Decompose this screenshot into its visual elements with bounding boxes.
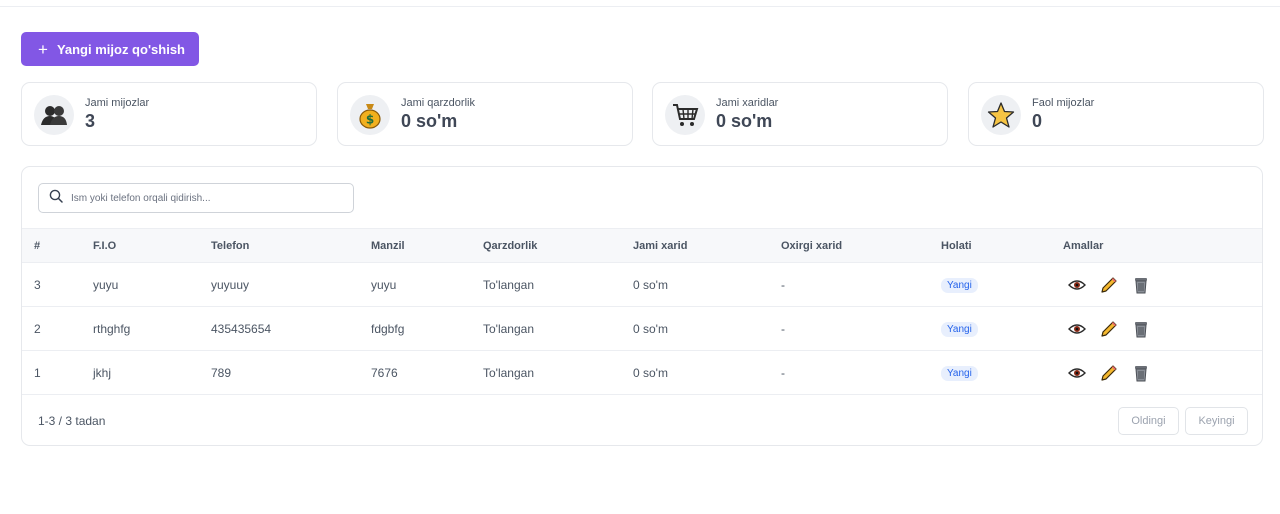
cell-address: 7676 xyxy=(371,365,398,380)
stat-card-total-customers: Jami mijozlar 3 xyxy=(21,82,317,146)
table-row[interactable]: 1 jkhj 789 7676 To'langan 0 so'm - Yangi xyxy=(22,351,1262,395)
cell-last-purchase: - xyxy=(781,365,785,380)
column-header-actions: Amallar xyxy=(1063,239,1104,252)
stat-label: Faol mijozlar xyxy=(1032,97,1095,109)
add-customer-button[interactable]: + Yangi mijoz qo'shish xyxy=(21,32,199,66)
customers-table: # F.I.O Telefon Manzil Qarzdorlik Jami x… xyxy=(22,228,1262,395)
stat-value: 0 xyxy=(1032,111,1043,131)
cell-actions xyxy=(1063,307,1262,351)
edit-icon[interactable] xyxy=(1099,363,1119,383)
people-icon xyxy=(34,95,74,135)
pagination-info: 1-3 / 3 tadan xyxy=(38,414,106,428)
cell-phone: 789 xyxy=(211,365,232,380)
star-icon xyxy=(981,95,1021,135)
table-row[interactable]: 2 rthghfg 435435654 fdgbfg To'langan 0 s… xyxy=(22,307,1262,351)
column-header-phone[interactable]: Telefon xyxy=(211,229,371,263)
cell-last-purchase: - xyxy=(781,277,785,292)
cell-number: 2 xyxy=(34,321,41,336)
stat-card-total-purchases: Jami xaridlar 0 so'm xyxy=(652,82,948,146)
cell-actions xyxy=(1063,351,1262,395)
plus-icon: + xyxy=(38,39,48,59)
view-icon[interactable] xyxy=(1067,275,1087,295)
status-badge: Yangi xyxy=(941,277,978,293)
search-icon xyxy=(49,189,63,208)
column-header-name[interactable]: F.I.O xyxy=(93,229,211,263)
row-actions xyxy=(1063,363,1262,383)
search-input[interactable] xyxy=(71,192,331,204)
next-page-button[interactable]: Keyingi xyxy=(1185,407,1248,435)
cell-total-purchase: 0 so'm xyxy=(633,321,668,336)
column-header-total-purchase[interactable]: Jami xarid xyxy=(633,229,781,263)
column-header-last-purchase[interactable]: Oxirgi xarid xyxy=(781,229,941,263)
prev-page-button[interactable]: Oldingi xyxy=(1118,407,1179,435)
cell-debt: To'langan xyxy=(483,365,534,380)
stat-value: 3 xyxy=(85,111,96,131)
table-header-row: # F.I.O Telefon Manzil Qarzdorlik Jami x… xyxy=(22,228,1262,263)
cell-name: rthghfg xyxy=(93,321,131,336)
stat-label: Jami xaridlar xyxy=(716,97,779,109)
column-header-debt[interactable]: Qarzdorlik xyxy=(483,229,633,263)
add-customer-label: Yangi mijoz qo'shish xyxy=(56,41,185,57)
cart-icon xyxy=(665,95,705,135)
delete-icon[interactable] xyxy=(1131,275,1151,295)
status-badge: Yangi xyxy=(941,321,978,337)
status-badge: Yangi xyxy=(941,365,978,381)
top-divider xyxy=(0,6,1280,7)
delete-icon[interactable] xyxy=(1131,363,1151,383)
column-header-number[interactable]: # xyxy=(22,229,93,263)
cell-status: Yangi xyxy=(941,307,1063,351)
cell-debt: To'langan xyxy=(483,277,534,292)
money-bag-icon: $ xyxy=(350,95,390,135)
cell-address: fdgbfg xyxy=(371,321,405,336)
stat-value: 0 so'm xyxy=(401,111,458,131)
table-row[interactable]: 3 yuyu yuyuuy yuyu To'langan 0 so'm - Ya… xyxy=(22,263,1262,307)
cell-number: 1 xyxy=(34,365,41,380)
stat-card-active-customers: Faol mijozlar 0 xyxy=(968,82,1264,146)
column-header-address[interactable]: Manzil xyxy=(371,229,483,263)
cell-status: Yangi xyxy=(941,351,1063,395)
cell-number: 3 xyxy=(34,277,41,292)
view-icon[interactable] xyxy=(1067,319,1087,339)
edit-icon[interactable] xyxy=(1099,319,1119,339)
svg-text:$: $ xyxy=(366,113,374,127)
customers-table-panel: # F.I.O Telefon Manzil Qarzdorlik Jami x… xyxy=(21,166,1263,446)
cell-phone: 435435654 xyxy=(211,321,272,336)
cell-total-purchase: 0 so'm xyxy=(633,365,668,380)
cell-debt: To'langan xyxy=(483,321,534,336)
view-icon[interactable] xyxy=(1067,363,1087,383)
search-box[interactable] xyxy=(38,183,354,213)
cell-name: jkhj xyxy=(93,365,112,380)
cell-name: yuyu xyxy=(93,277,119,292)
delete-icon[interactable] xyxy=(1131,319,1151,339)
cell-status: Yangi xyxy=(941,263,1063,307)
stat-label: Jami mijozlar xyxy=(85,97,150,109)
cell-address: yuyu xyxy=(371,277,397,292)
cell-last-purchase: - xyxy=(781,321,785,336)
stat-label: Jami qarzdorlik xyxy=(401,97,475,109)
edit-icon[interactable] xyxy=(1099,275,1119,295)
stat-card-total-debt: $ Jami qarzdorlik 0 so'm xyxy=(337,82,633,146)
cell-actions xyxy=(1063,263,1262,307)
cell-total-purchase: 0 so'm xyxy=(633,277,668,292)
row-actions xyxy=(1063,319,1262,339)
row-actions xyxy=(1063,275,1262,295)
cell-phone: yuyuuy xyxy=(211,277,250,292)
stat-value: 0 so'm xyxy=(716,111,773,131)
column-header-status[interactable]: Holati xyxy=(941,229,1063,263)
